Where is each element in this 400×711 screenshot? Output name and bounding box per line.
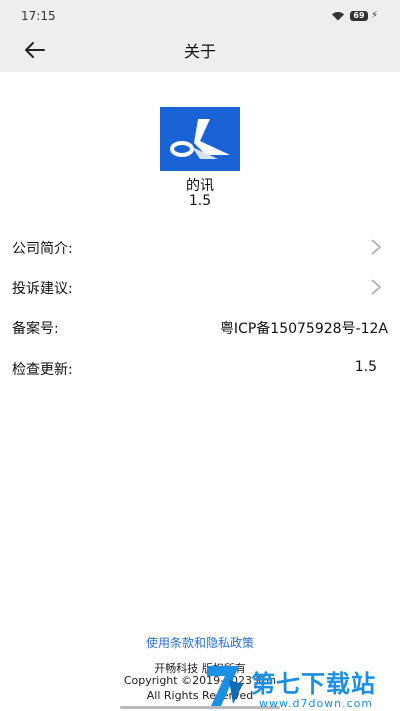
battery-icon: 69 xyxy=(350,11,368,21)
page-title: 关于 xyxy=(183,42,216,61)
icp-value: 粤ICP备15075928号-12A xyxy=(219,321,388,337)
icp-row: 备案号: 粤ICP备15075928号-12A xyxy=(0,307,400,347)
wifi-icon xyxy=(332,12,344,21)
app-logo-icon xyxy=(170,119,230,159)
watermark-title: 第七下载站 xyxy=(251,670,376,698)
watermark-url: www.d7down.com xyxy=(259,697,374,710)
app-version: 1.5 xyxy=(188,193,212,209)
about-screen: 17:15 69 ⚡ 关于 的讯 1.5 公司简介: 投诉建议: 备案号: 粤I… xyxy=(0,0,400,711)
charging-icon: ⚡ xyxy=(371,10,379,21)
site-watermark: 第七下载站 www.d7down.com xyxy=(203,660,395,710)
terms-privacy-link[interactable]: 使用条款和隐私政策 xyxy=(0,634,400,651)
app-header: 17:15 69 ⚡ 关于 xyxy=(0,0,400,72)
chevron-right-icon xyxy=(371,239,382,255)
app-logo xyxy=(160,107,240,171)
status-bar: 17:15 69 ⚡ xyxy=(0,0,400,34)
check-update-row[interactable]: 检查更新: 1.5 xyxy=(0,348,400,388)
company-intro-row[interactable]: 公司简介: xyxy=(0,227,400,267)
watermark-logo-icon xyxy=(207,666,243,706)
complaint-row[interactable]: 投诉建议: xyxy=(0,267,400,307)
chevron-right-icon xyxy=(371,279,382,295)
complaint-label: 投诉建议: xyxy=(12,281,73,297)
app-name: 的讯 xyxy=(186,178,214,194)
status-time: 17:15 xyxy=(21,9,56,23)
check-update-label: 检查更新: xyxy=(12,362,73,378)
company-intro-label: 公司简介: xyxy=(12,241,73,257)
icp-label: 备案号: xyxy=(12,321,59,337)
current-version-value: 1.5 xyxy=(354,359,377,375)
